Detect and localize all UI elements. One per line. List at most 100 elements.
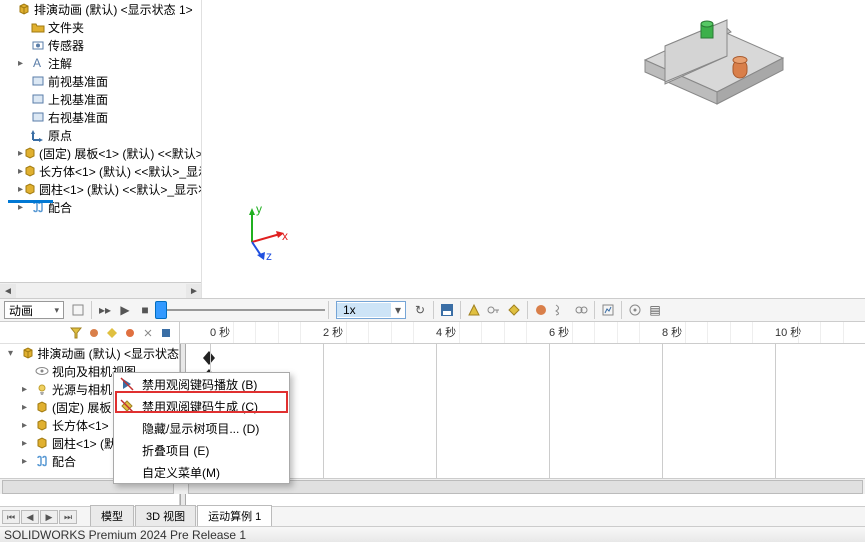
tab-nav-first[interactable]: ⏮ bbox=[2, 510, 20, 524]
bottom-tab[interactable]: 运动算例 1 bbox=[197, 505, 272, 526]
status-bar: SOLIDWORKS Premium 2024 Pre Release 1 bbox=[0, 526, 865, 542]
filter-motor-icon[interactable] bbox=[86, 325, 102, 341]
assembly-model[interactable] bbox=[635, 10, 795, 130]
feature-tree-item[interactable]: 文件夹 bbox=[0, 18, 201, 36]
timeline-slider[interactable] bbox=[155, 302, 325, 318]
keyframe-diamond[interactable] bbox=[202, 350, 216, 366]
origin-icon bbox=[30, 127, 46, 143]
feature-tree-item[interactable]: ▸A注解 bbox=[0, 54, 201, 72]
timeline-filter-row bbox=[0, 322, 179, 344]
expand-toggle[interactable]: ▸ bbox=[22, 456, 34, 467]
motion-toolbar: 动画▾ ▸▸ ▶ ■ 1x▾ ↻ ▤ bbox=[0, 298, 865, 322]
expand-toggle[interactable]: ▸ bbox=[18, 58, 30, 69]
part-icon bbox=[23, 145, 37, 161]
feature-tree-item[interactable]: 上视基准面 bbox=[0, 90, 201, 108]
timeline-ruler[interactable]: 0 秒2 秒4 秒6 秒8 秒10 秒 bbox=[180, 322, 865, 344]
filter-solid-icon[interactable] bbox=[158, 325, 174, 341]
tab-nav-last[interactable]: ⏭ bbox=[59, 510, 77, 524]
motor-button[interactable] bbox=[532, 301, 550, 319]
timeline-slider-thumb[interactable] bbox=[155, 301, 167, 319]
scroll-left-arrow[interactable]: ◄ bbox=[0, 284, 16, 298]
context-menu-item[interactable]: 禁用观阅键码播放 (B) bbox=[114, 373, 289, 395]
bottom-tab[interactable]: 3D 视图 bbox=[135, 505, 196, 526]
expand-toggle[interactable]: ▸ bbox=[22, 438, 34, 449]
play-from-start-button[interactable]: ▸▸ bbox=[96, 301, 114, 319]
graphics-viewport[interactable]: y x z bbox=[202, 0, 865, 298]
context-menu-item[interactable]: 自定义菜单(M) bbox=[114, 461, 289, 483]
blank-icon bbox=[118, 441, 136, 459]
filter-key-icon[interactable] bbox=[104, 325, 120, 341]
feature-tree-item[interactable]: 前视基准面 bbox=[0, 72, 201, 90]
tab-nav-next[interactable]: ▶ bbox=[40, 510, 58, 524]
bottom-tab-bar: ⏮ ◀ ▶ ⏭ 模型3D 视图运动算例 1 bbox=[0, 506, 865, 526]
feature-tree-item[interactable]: 右视基准面 bbox=[0, 108, 201, 126]
mate-icon bbox=[34, 453, 50, 469]
context-menu-label: 折叠项目 (E) bbox=[142, 442, 209, 459]
filter-funnel-icon[interactable] bbox=[68, 325, 84, 341]
tree-item-label: 传感器 bbox=[48, 37, 84, 54]
tree-horizontal-scrollbar[interactable]: ◄ ► bbox=[0, 282, 202, 298]
feature-tree-item[interactable]: ▸圆柱<1> (默认) <<默认>_显示状 bbox=[0, 180, 201, 198]
tree-item-label: 排演动画 (默认) <显示状态 bbox=[37, 345, 179, 362]
context-menu-label: 禁用观阅键码播放 (B) bbox=[142, 376, 257, 393]
contact-button[interactable] bbox=[572, 301, 590, 319]
expand-toggle[interactable]: ▸ bbox=[22, 384, 34, 395]
feature-tree-item[interactable]: 原点 bbox=[0, 126, 201, 144]
feature-tree-item[interactable]: 传感器 bbox=[0, 36, 201, 54]
blank-icon bbox=[118, 419, 136, 437]
feature-tree-item[interactable]: ▸(固定) 展板<1> (默认) <<默认>_ bbox=[0, 144, 201, 162]
context-menu-label: 禁用观阅键码生成 (C) bbox=[142, 398, 258, 415]
tab-nav-prev[interactable]: ◀ bbox=[21, 510, 39, 524]
save-animation-button[interactable] bbox=[438, 301, 456, 319]
ruler-tick-label: 2 秒 bbox=[323, 324, 343, 340]
results-button[interactable] bbox=[599, 301, 617, 319]
cube-icon bbox=[20, 345, 36, 361]
context-menu-item[interactable]: 隐藏/显示树项目... (D) bbox=[114, 417, 289, 439]
expand-toggle[interactable]: ▸ bbox=[22, 420, 34, 431]
tree-item-label: 前视基准面 bbox=[48, 73, 108, 90]
playback-speed-combo[interactable]: 1x▾ bbox=[336, 301, 406, 319]
context-menu-item[interactable]: 折叠项目 (E) bbox=[114, 439, 289, 461]
timeline-tree-item[interactable]: ▾ 排演动画 (默认) <显示状态 bbox=[0, 344, 179, 362]
stop-button[interactable]: ■ bbox=[136, 301, 154, 319]
play-button[interactable]: ▶ bbox=[116, 301, 134, 319]
autokey-button[interactable] bbox=[485, 301, 503, 319]
tree-selection-bar bbox=[8, 200, 53, 203]
part-icon bbox=[23, 163, 37, 179]
svg-text:y: y bbox=[256, 202, 262, 216]
motion-study-type-combo[interactable]: 动画▾ bbox=[4, 301, 64, 319]
plane-icon bbox=[30, 91, 46, 107]
blank-icon bbox=[118, 463, 136, 481]
spring-button[interactable] bbox=[552, 301, 570, 319]
tree-item-label: (固定) 展板<1> (默认) <<默认>_ bbox=[39, 145, 202, 162]
collapse-motion-manager-button[interactable]: ▤ bbox=[646, 301, 664, 319]
calculate-button[interactable] bbox=[69, 301, 87, 319]
scroll-right-arrow[interactable]: ► bbox=[186, 284, 202, 298]
loop-button[interactable]: ↻ bbox=[411, 301, 429, 319]
part-icon bbox=[23, 181, 37, 197]
play-icon bbox=[118, 375, 136, 393]
tree-item-label: 文件夹 bbox=[48, 19, 84, 36]
motion-study-properties-button[interactable] bbox=[626, 301, 644, 319]
status-text: SOLIDWORKS Premium 2024 Pre Release 1 bbox=[4, 528, 246, 542]
feature-tree-item[interactable]: 排演动画 (默认) <显示状态 1> bbox=[0, 0, 201, 18]
add-key-button[interactable] bbox=[505, 301, 523, 319]
animation-wizard-button[interactable] bbox=[465, 301, 483, 319]
tree-item-label: (固定) 展板 bbox=[52, 399, 111, 416]
bottom-tab[interactable]: 模型 bbox=[90, 505, 134, 526]
folder-icon bbox=[30, 19, 46, 35]
expand-toggle[interactable]: ▸ bbox=[18, 202, 30, 213]
context-menu: 禁用观阅键码播放 (B) 禁用观阅键码生成 (C) 隐藏/显示树项目... (D) 折… bbox=[113, 372, 290, 484]
feature-tree-item[interactable]: ▸长方体<1> (默认) <<默认>_显示 bbox=[0, 162, 201, 180]
filter-mates-icon[interactable] bbox=[140, 325, 156, 341]
filter-appearance-icon[interactable] bbox=[122, 325, 138, 341]
expand-toggle[interactable]: ▸ bbox=[22, 402, 34, 413]
tree-item-label: 排演动画 (默认) <显示状态 1> bbox=[34, 1, 193, 18]
expand-toggle[interactable]: ▾ bbox=[8, 348, 20, 359]
plane-icon bbox=[30, 109, 46, 125]
context-menu-item[interactable]: 禁用观阅键码生成 (C) bbox=[114, 395, 289, 417]
tree-item-label: 原点 bbox=[48, 127, 72, 144]
tree-item-label: 长方体<1> (默认) <<默认>_显示 bbox=[39, 163, 202, 180]
orientation-triad[interactable]: y x z bbox=[232, 202, 292, 262]
svg-text:z: z bbox=[266, 249, 272, 262]
